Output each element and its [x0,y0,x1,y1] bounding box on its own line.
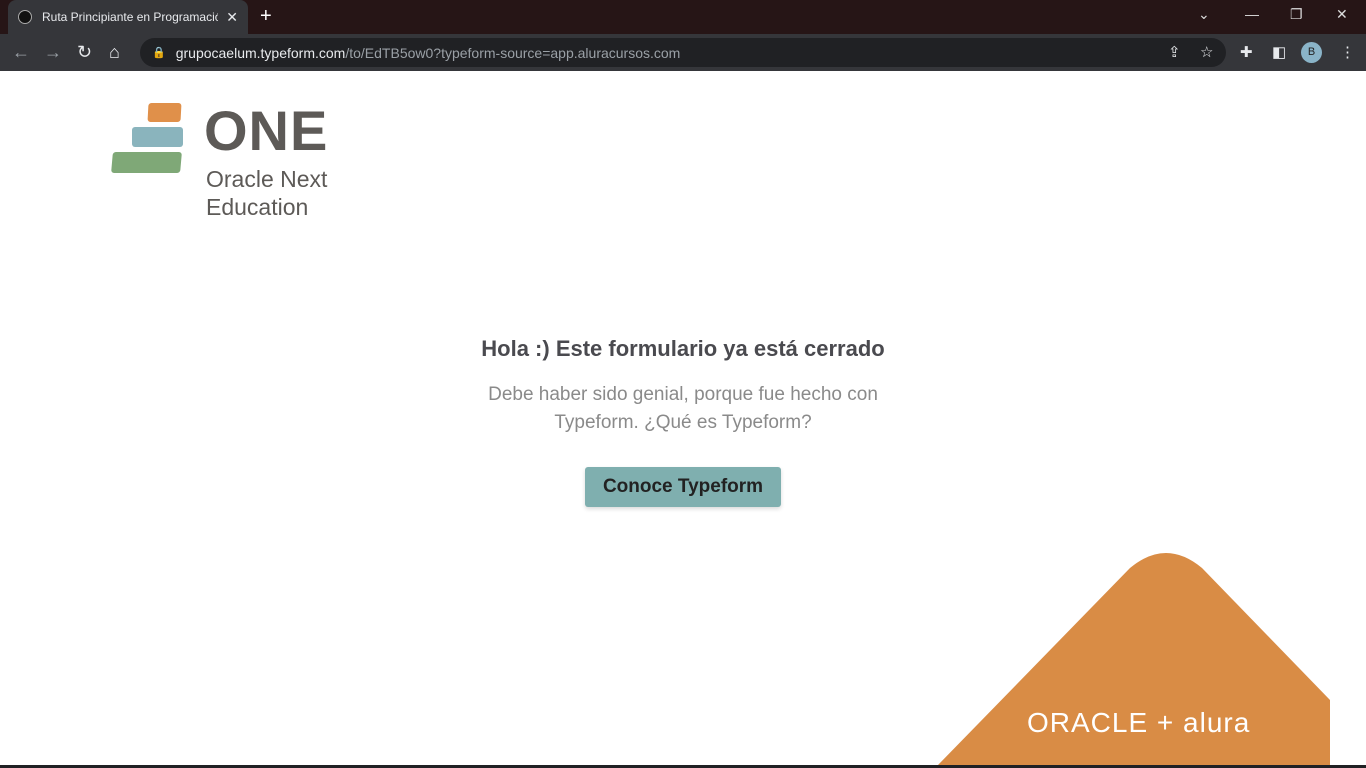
orange-corner-shape [938,553,1330,765]
oracle-alura-brand: ORACLE + alura [1027,707,1251,738]
